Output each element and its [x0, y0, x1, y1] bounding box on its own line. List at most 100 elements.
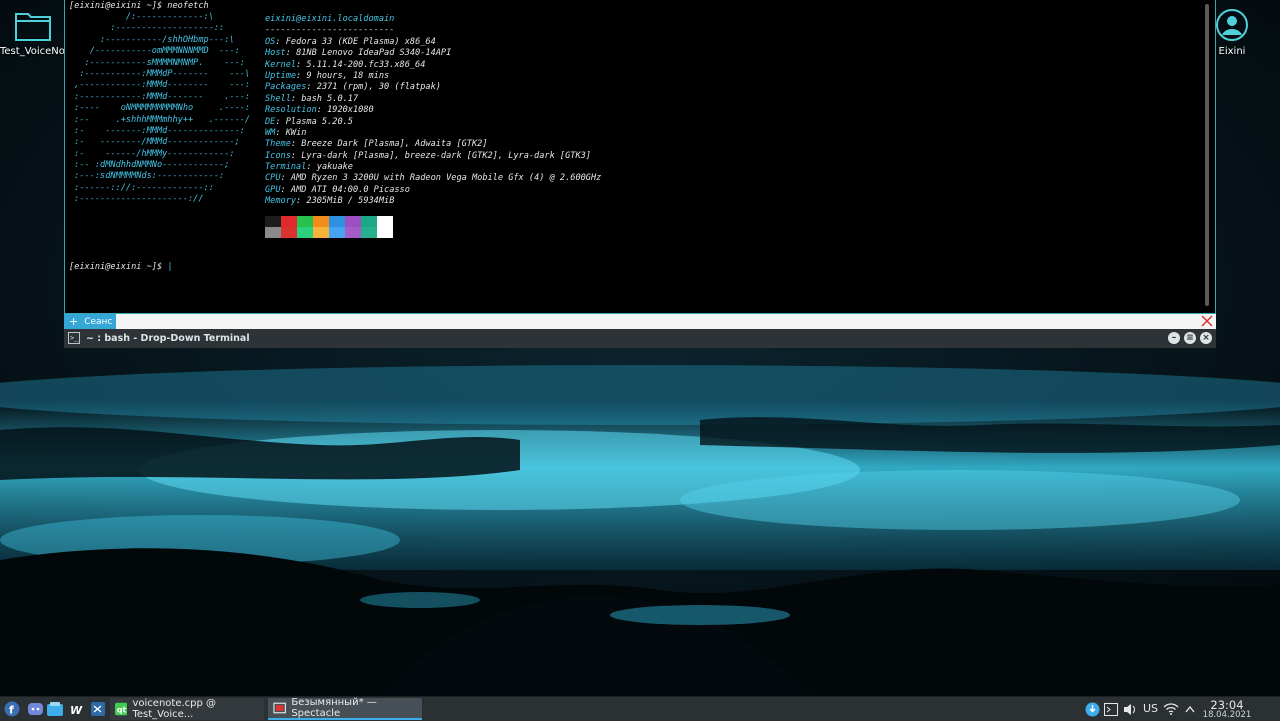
svg-text:W: W [70, 704, 83, 715]
info-value: AMD ATI 04:00.0 Picasso [290, 184, 410, 195]
new-tab-plus-icon[interactable]: + [69, 315, 78, 328]
folder-icon [15, 13, 51, 41]
ascii-line: /-----------omMMMNNNMMD ---: [69, 46, 240, 57]
desktop-folder-icon[interactable]: Test_VoiceNot [0, 8, 69, 57]
info-key: Uptime [265, 70, 297, 81]
color-swatch [281, 227, 297, 238]
jetbrains-icon[interactable]: W [68, 700, 86, 718]
info-row: Memory: 2305MiB / 5934MiB [265, 196, 395, 207]
info-key: Terminal [265, 162, 307, 173]
info-row: WM: KWin [265, 127, 307, 138]
ascii-line: :- ------/hMMMy------------: [69, 148, 235, 159]
info-value: 9 hours, 18 mins [306, 70, 390, 81]
info-value: 5.11.14-200.fc33.x86_64 [306, 59, 426, 70]
wifi-icon[interactable] [1162, 700, 1180, 718]
color-swatch [329, 227, 345, 238]
terminal-output[interactable]: [eixini@eixini ~]$ neofetch /:----------… [64, 0, 1216, 313]
volume-icon[interactable] [1121, 700, 1139, 718]
tab-session-label: Сеанс [84, 316, 113, 327]
info-value: 2305MiB / 5934MiB [306, 196, 395, 207]
info-value: bash 5.0.17 [301, 93, 359, 104]
minimize-button[interactable]: – [1168, 332, 1180, 344]
info-value: KWin [285, 127, 307, 138]
info-row: Resolution: 1920x1080 [265, 105, 374, 116]
close-window-button[interactable]: × [1200, 332, 1212, 344]
updates-tray-icon[interactable] [1083, 700, 1101, 718]
task-spectacle[interactable]: Безымянный* — Spectacle [268, 697, 422, 720]
ascii-line: :-- .+shhhMMMmhhy++ .------/ [69, 114, 251, 125]
vscode-icon[interactable] [89, 700, 107, 718]
yakuake-terminal-window[interactable]: [eixini@eixini ~]$ neofetch /:----------… [64, 0, 1216, 348]
prompt-text: [eixini@eixini ~]$ [69, 262, 163, 272]
ascii-line: :-----------:MMMdP------- ---\ [69, 68, 251, 79]
info-row: Terminal: yakuake [265, 162, 353, 173]
terminal-title-bar: >_ ~ : bash - Drop-Down Terminal – ≡ × [64, 329, 1216, 348]
ascii-line: :------------:MMMd------- .---: [69, 91, 251, 102]
info-key: Resolution [265, 105, 317, 116]
color-swatch [377, 227, 393, 238]
info-row: Theme: Breeze Dark [Plasma], Adwaita [GT… [265, 139, 488, 150]
info-value: Fedora 33 (KDE Plasma) x86_64 [285, 36, 436, 47]
taskbar-panel: f W qt voicenote.cpp @ Test_Voice... Без… [0, 696, 1280, 721]
clock-date[interactable]: 18.04.2021 [1201, 710, 1253, 720]
discord-icon[interactable] [26, 700, 44, 718]
info-row: Uptime: 9 hours, 18 mins [265, 70, 390, 81]
terminal-tray-icon[interactable] [1102, 700, 1120, 718]
color-swatch [265, 216, 281, 227]
info-key: Packages [265, 82, 307, 93]
ascii-line: :-----------sMMMMNMNMP. ---: [69, 57, 245, 68]
info-key: Kernel [265, 59, 297, 70]
info-row: Host: 81NB Lenovo IdeaPad S340-14API [265, 48, 452, 59]
spectacle-icon [273, 702, 286, 714]
info-key: WM [265, 127, 276, 138]
info-key: Theme [265, 139, 291, 150]
color-swatch [297, 216, 313, 227]
info-value: yakuake [316, 162, 353, 173]
color-swatch [313, 216, 329, 227]
info-value: Lyra-dark [Plasma], breeze-dark [GTK2], … [301, 150, 591, 161]
tray-expand-arrow-icon[interactable] [1181, 700, 1199, 718]
color-swatch [345, 227, 361, 238]
tab-session[interactable]: + Сеанс [64, 314, 116, 329]
ascii-line: :---- oNMMMMMMMMMNho .----: [69, 103, 251, 114]
qt-creator-icon: qt [115, 702, 128, 716]
info-row: Packages: 2371 (rpm), 30 (flatpak) [265, 82, 441, 93]
ascii-line: :------:://:-------------:: [69, 182, 214, 193]
terminal-icon: >_ [68, 332, 80, 344]
color-swatch [313, 227, 329, 238]
info-row: Shell: bash 5.0.17 [265, 93, 359, 104]
ascii-line: ,------------:MMMd-------- ---: [69, 80, 251, 91]
ascii-line: :-----------/shhOHbmp---:\ [69, 34, 235, 45]
ascii-line: :-- :dMNdhhdNMMNo------------; [69, 160, 230, 171]
app-store-icon[interactable] [46, 700, 64, 718]
desktop-home-icon[interactable]: Eixini [1212, 8, 1252, 57]
terminal-title: ~ : bash - Drop-Down Terminal [86, 333, 250, 344]
info-value: 81NB Lenovo IdeaPad S340-14API [296, 48, 452, 59]
info-value: Breeze Dark [Plasma], Adwaita [GTK2] [301, 139, 488, 150]
close-tab-icon[interactable] [1201, 315, 1213, 327]
svg-text:qt: qt [117, 706, 127, 715]
info-row: DE: Plasma 5.20.5 [265, 116, 353, 127]
info-value: AMD Ryzen 3 3200U with Radeon Vega Mobil… [290, 173, 602, 184]
color-swatch [329, 216, 345, 227]
task-voicenote-editor[interactable]: qt voicenote.cpp @ Test_Voice... [110, 698, 264, 720]
terminal-tab-bar: + Сеанс [64, 313, 1216, 329]
terminal-scrollbar[interactable] [1205, 4, 1209, 306]
info-key: Icons [265, 150, 291, 161]
info-key: Memory [265, 196, 297, 207]
menu-button[interactable]: ≡ [1184, 332, 1196, 344]
ascii-line: :-------------------:: [69, 23, 225, 34]
info-key: OS [265, 36, 276, 47]
ascii-line: :---:sdNMMMMNds:------------: [69, 171, 225, 182]
neofetch-separator: ------------------------- [265, 25, 395, 36]
info-key: GPU [265, 184, 281, 195]
terminal-prompt: [eixini@eixini ~]$ | [69, 262, 173, 273]
fedora-launcher-icon[interactable]: f [3, 700, 21, 718]
info-key: CPU [265, 173, 281, 184]
color-swatch [297, 227, 313, 238]
info-row: OS: Fedora 33 (KDE Plasma) x86_64 [265, 36, 436, 47]
keyboard-layout-indicator[interactable]: US [1143, 702, 1158, 715]
color-swatch [265, 227, 281, 238]
info-value: 1920x1080 [327, 105, 374, 116]
color-swatches [265, 216, 393, 238]
